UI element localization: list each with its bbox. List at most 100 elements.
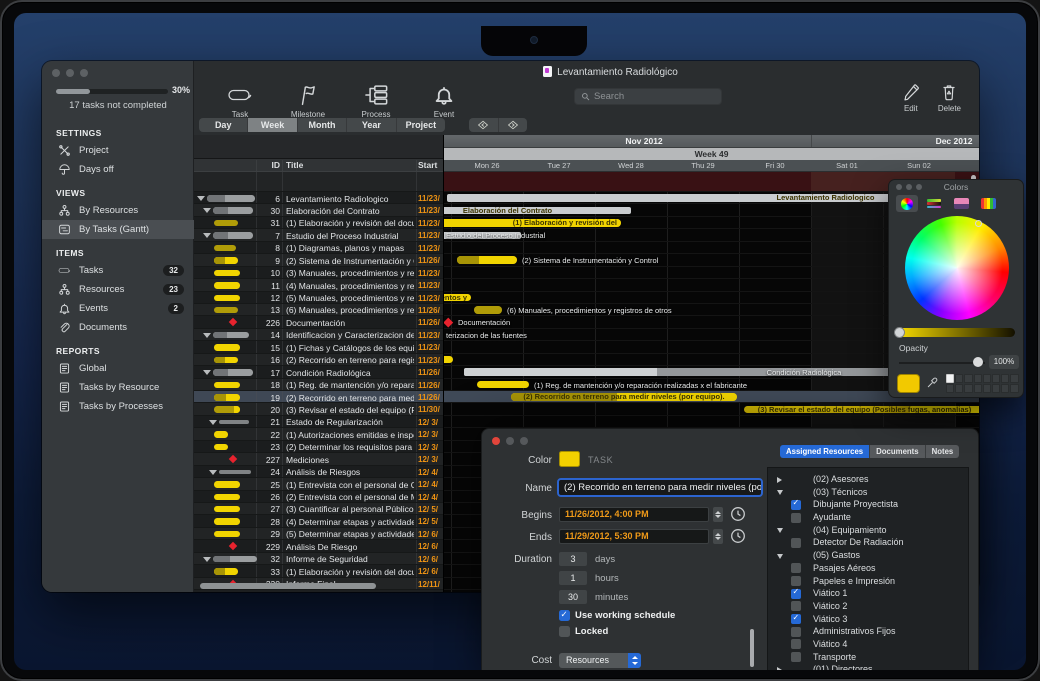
eyedropper-icon[interactable] xyxy=(926,376,939,394)
resource-row[interactable]: (04) Equipamiento xyxy=(768,524,968,537)
task-row[interactable]: 18(1) Reg. de mantención y/o reparación … xyxy=(194,379,443,391)
resource-row[interactable]: Papeles e Impresión xyxy=(768,575,968,588)
disclosure-closed-icon[interactable] xyxy=(777,477,782,483)
sidebar-item-events[interactable]: Events2 xyxy=(42,299,194,318)
disclosure-triangle-icon[interactable] xyxy=(203,208,211,213)
task-row[interactable]: 21Estado de Regularización12/ 3/ xyxy=(194,416,443,428)
resource-checkbox[interactable] xyxy=(791,614,801,624)
duration-hours-input[interactable]: 1 xyxy=(559,571,587,585)
task-color-swatch[interactable] xyxy=(559,451,580,467)
swatch-empty[interactable] xyxy=(964,384,972,393)
search-field[interactable] xyxy=(574,88,722,105)
disclosure-triangle-icon[interactable] xyxy=(203,370,211,375)
resource-checkbox[interactable] xyxy=(791,538,801,548)
crayons-icon[interactable] xyxy=(977,195,999,212)
swatch-empty[interactable] xyxy=(1001,374,1009,383)
resource-row[interactable]: Viático 4 xyxy=(768,638,968,651)
begins-date-input[interactable]: 11/26/2012, 4:00 PM xyxy=(559,507,709,522)
task-row[interactable]: 10(3) Manuales, procedimientos y registr… xyxy=(194,267,443,279)
ends-date-input[interactable]: 11/29/2012, 5:30 PM xyxy=(559,529,709,544)
brightness-slider-knob[interactable] xyxy=(894,327,905,338)
gantt-bar[interactable]: Elaboración del Contrato xyxy=(444,207,631,215)
gantt-row[interactable] xyxy=(444,416,979,428)
disclosure-triangle-icon[interactable] xyxy=(209,470,217,475)
task-row[interactable]: 32Informe de Seguridad12/ 6/ xyxy=(194,553,443,565)
swatch-empty[interactable] xyxy=(992,384,1000,393)
inspector-scrollbar[interactable] xyxy=(750,629,754,667)
current-color-swatch[interactable] xyxy=(897,374,920,393)
swatch-empty[interactable] xyxy=(974,374,982,383)
sidebar-item-project[interactable]: Project xyxy=(42,141,194,160)
zoom-window-button[interactable] xyxy=(80,69,88,77)
task-row[interactable]: 7Estudio del Proceso Industrial11/23/ xyxy=(194,229,443,241)
tab-notes[interactable]: Notes xyxy=(926,445,960,458)
ends-stepper[interactable] xyxy=(713,529,723,544)
resource-row[interactable]: (01) Directores xyxy=(768,663,968,670)
timescale-tab-project[interactable]: Project xyxy=(397,118,445,132)
brightness-slider[interactable] xyxy=(899,328,1015,337)
resource-checkbox[interactable] xyxy=(791,513,801,523)
resource-row[interactable]: Viático 2 xyxy=(768,600,968,613)
tab-assigned-resources[interactable]: Assigned Resources xyxy=(780,445,870,458)
resource-checkbox[interactable] xyxy=(791,576,801,586)
dialog-close-button[interactable] xyxy=(492,437,500,445)
resource-checkbox[interactable] xyxy=(791,589,801,599)
locked-checkbox[interactable] xyxy=(559,626,570,637)
task-name-input[interactable]: (2) Recorrido en terreno para medir nive… xyxy=(557,478,763,497)
swatch-empty[interactable] xyxy=(983,384,991,393)
swatch-empty[interactable] xyxy=(992,374,1000,383)
disclosure-closed-icon[interactable] xyxy=(777,667,782,670)
swatch-empty[interactable] xyxy=(955,374,963,383)
disclosure-open-icon[interactable] xyxy=(777,528,783,533)
gantt-row[interactable]: (3) Revisar el estado del equipo (Posibl… xyxy=(444,403,979,415)
disclosure-triangle-icon[interactable] xyxy=(209,420,217,425)
task-row[interactable]: 17Condición Radiológica11/26/ xyxy=(194,366,443,378)
task-row[interactable]: 31(1) Elaboración y revisión del documen… xyxy=(194,217,443,229)
begins-clock-icon[interactable] xyxy=(730,506,746,522)
sidebar-item-by-resources[interactable]: By Resources xyxy=(42,201,194,220)
jump-previous-button[interactable] xyxy=(469,118,499,132)
gantt-bar[interactable]: (3) Revisar el estado del equipo (Posibl… xyxy=(744,406,979,414)
cost-popup-button[interactable]: Resources xyxy=(559,653,641,668)
swatch-empty[interactable] xyxy=(1001,384,1009,393)
resource-checkbox[interactable] xyxy=(791,601,801,611)
gantt-bar[interactable]: (2) Recorrido en terreno para medir nive… xyxy=(511,393,737,401)
sidebar-item-resources[interactable]: Resources23 xyxy=(42,280,194,299)
close-window-button[interactable] xyxy=(52,69,60,77)
swatch-empty[interactable] xyxy=(964,374,972,383)
resource-checkbox[interactable] xyxy=(791,627,801,637)
task-row[interactable]: 22(1) Autorizaciones emitidas e inspecci… xyxy=(194,428,443,440)
resource-row[interactable]: Viático 3 xyxy=(768,613,968,626)
swatch-empty[interactable] xyxy=(1010,384,1018,393)
search-input[interactable] xyxy=(594,91,704,102)
disclosure-triangle-icon[interactable] xyxy=(203,557,211,562)
task-row[interactable]: 12(5) Manuales, procedimientos y registr… xyxy=(194,292,443,304)
ends-clock-icon[interactable] xyxy=(730,528,746,544)
timescale-tab-year[interactable]: Year xyxy=(347,118,396,132)
swatch-empty[interactable] xyxy=(946,384,954,393)
column-header-id[interactable]: ID xyxy=(256,160,280,170)
gantt-bar[interactable] xyxy=(444,356,453,364)
sidebar-item-global[interactable]: Global xyxy=(42,359,194,378)
resource-row[interactable]: Ayudante xyxy=(768,511,968,524)
task-row[interactable]: 33(1) Elaboración y revisión del documen… xyxy=(194,565,443,577)
swatch-empty[interactable] xyxy=(955,384,963,393)
swatch-empty[interactable] xyxy=(974,384,982,393)
task-row[interactable]: 6Levantamiento Radiologico11/23/ xyxy=(194,192,443,204)
color-wheel-selection-marker[interactable] xyxy=(975,220,982,227)
task-row[interactable] xyxy=(194,172,443,192)
task-row[interactable]: 25(1) Entrevista con el personal de Oper… xyxy=(194,478,443,490)
task-row[interactable]: 227Mediciones12/ 3/ xyxy=(194,453,443,465)
gantt-bar[interactable] xyxy=(457,256,517,264)
gantt-bar[interactable] xyxy=(474,306,502,314)
task-row[interactable]: 20(3) Revisar el estado del equipo (Posi… xyxy=(194,403,443,415)
edit-button[interactable]: Edit xyxy=(902,83,920,113)
resource-checkbox[interactable] xyxy=(791,639,801,649)
resource-row[interactable]: Administrativos Fijos xyxy=(768,625,968,638)
gantt-bar[interactable]: (1) Elaboración y revisión del xyxy=(444,219,621,227)
resource-checkbox[interactable] xyxy=(791,652,801,662)
swatch-white[interactable] xyxy=(946,374,954,383)
create-process-button[interactable]: Process xyxy=(353,84,399,119)
sidebar-item-tasks[interactable]: Tasks32 xyxy=(42,261,194,280)
swatch-empty[interactable] xyxy=(983,374,991,383)
